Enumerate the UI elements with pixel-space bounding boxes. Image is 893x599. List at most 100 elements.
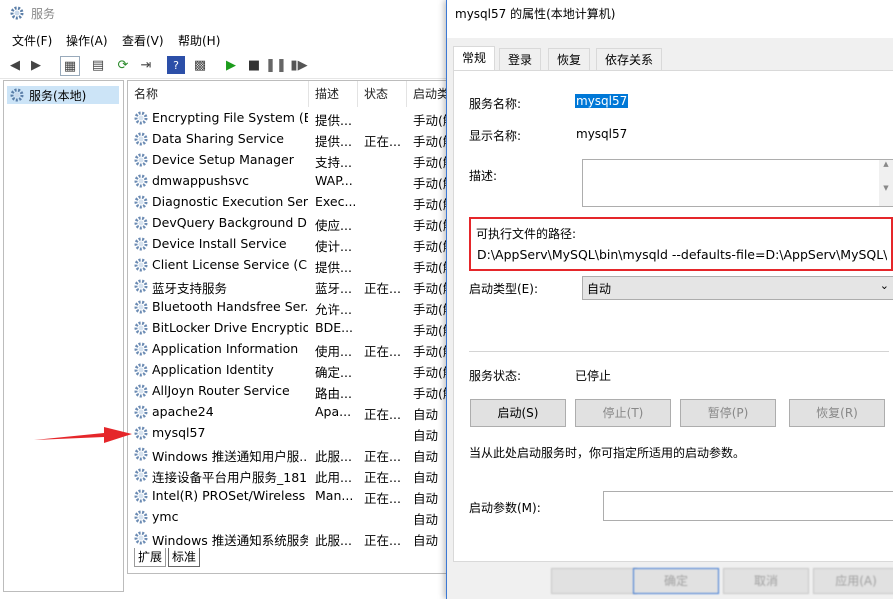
table-row[interactable]: 蓝牙支持服务 蓝牙... 正在... 手动(触: [128, 276, 448, 297]
tab-general[interactable]: 常规: [453, 46, 496, 72]
cell-name: Device Setup Manager: [152, 152, 294, 167]
apply-button[interactable]: 应用(A): [813, 568, 893, 594]
table-row[interactable]: BitLocker Drive Encryptio... BDE... 手动(触: [128, 318, 448, 339]
table-row[interactable]: Diagnostic Execution Ser... Exec... 手动(触: [128, 192, 448, 213]
table-row[interactable]: Application Information 使用... 正在... 手动(触: [128, 339, 448, 360]
help-icon[interactable]: ?: [167, 56, 185, 74]
back-icon[interactable]: ◀: [6, 56, 24, 74]
view-icon[interactable]: ▩: [191, 56, 209, 74]
gear-icon: [134, 489, 148, 503]
gear-icon: [134, 237, 148, 251]
stop-button[interactable]: 停止(T): [575, 399, 671, 427]
tab-dependencies[interactable]: 依存关系: [596, 48, 663, 71]
restart-icon[interactable]: ▮▶: [290, 56, 308, 74]
cell-startup: 手动(触: [413, 365, 447, 380]
table-row[interactable]: Device Install Service 使计... 手动(触: [128, 234, 448, 255]
tab-logon[interactable]: 登录: [499, 48, 542, 71]
menu-view[interactable]: 查看(V): [122, 32, 164, 49]
menu-bar: 文件(F) 操作(A) 查看(V) 帮助(H): [0, 28, 450, 50]
table-row[interactable]: Data Sharing Service 提供... 正在... 手动(触: [128, 129, 448, 150]
table-row[interactable]: apache24 Apa... 正在... 自动: [128, 402, 448, 423]
cancel-button[interactable]: 取消: [723, 568, 809, 594]
cell-name: BitLocker Drive Encryptio...: [152, 320, 308, 335]
pause-icon[interactable]: ❚❚: [265, 56, 287, 74]
properties-dialog: mysql57 的属性(本地计算机) 常规 登录 恢复 依存关系 服务名称: m…: [446, 0, 893, 599]
cell-startup: 自动: [413, 428, 439, 443]
column-header-name[interactable]: 名称: [128, 81, 309, 107]
cell-status: 正在...: [364, 281, 401, 296]
gear-icon: [134, 321, 148, 335]
cell-desc: 允许...: [315, 302, 352, 317]
table-row[interactable]: Device Setup Manager 支持... 手动(触: [128, 150, 448, 171]
divider: [469, 351, 889, 352]
table-row[interactable]: Windows 推送通知用户服... 此服... 正在... 自动: [128, 444, 448, 465]
description-field[interactable]: ▲ ▼: [582, 159, 893, 207]
menu-help[interactable]: 帮助(H): [178, 32, 220, 49]
gear-icon: [134, 531, 148, 545]
cell-desc: 提供...: [315, 260, 352, 275]
cell-name: 连接设备平台用户服务_181...: [152, 470, 308, 485]
table-row[interactable]: Intel(R) PROSet/Wireless ... Man... 正在... 自…: [128, 486, 448, 507]
menu-file[interactable]: 文件(F): [12, 32, 52, 49]
cell-desc: Man...: [315, 488, 354, 503]
cell-desc: 此用...: [315, 470, 352, 485]
ok-button[interactable]: 确定: [633, 568, 719, 594]
column-header-description[interactable]: 描述: [309, 81, 358, 107]
refresh-icon[interactable]: ⟳: [114, 56, 132, 74]
tab-extended[interactable]: 扩展: [134, 548, 167, 567]
console-tree-icon[interactable]: ▦: [60, 56, 80, 76]
forward-icon[interactable]: ▶: [27, 56, 45, 74]
column-header-status[interactable]: 状态: [358, 81, 407, 107]
stop-icon[interactable]: ■: [245, 56, 263, 74]
table-row[interactable]: dmwappushsvc WAP... 手动(触: [128, 171, 448, 192]
export-icon[interactable]: ⇥: [137, 56, 155, 74]
table-row[interactable]: Application Identity 确定... 手动(触: [128, 360, 448, 381]
play-icon[interactable]: ▶: [222, 56, 240, 74]
display-name-label: 显示名称:: [469, 129, 522, 143]
startup-type-select[interactable]: 自动 ⌄: [582, 276, 893, 300]
startup-type-label: 启动类型(E):: [469, 282, 538, 296]
cell-name: mysql57: [152, 425, 206, 440]
properties-sheet-icon[interactable]: ▤: [89, 56, 107, 74]
table-row[interactable]: DevQuery Background D... 使应... 手动(触: [128, 213, 448, 234]
cell-name: apache24: [152, 404, 214, 419]
service-name-value[interactable]: mysql57: [575, 94, 629, 108]
path-value[interactable]: D:\AppServ\MySQL\bin\mysqld --defaults-f…: [477, 247, 887, 262]
table-row[interactable]: Bluetooth Handsfree Ser... 允许... 手动(触: [128, 297, 448, 318]
start-button[interactable]: 启动(S): [470, 399, 566, 427]
table-row[interactable]: Client License Service (Cli... 提供... 手动(触: [128, 255, 448, 276]
table-row[interactable]: AllJoyn Router Service 路由... 手动(触: [128, 381, 448, 402]
gear-icon: [134, 300, 148, 314]
table-row[interactable]: mysql57 自动: [128, 423, 448, 444]
description-label: 描述:: [469, 169, 498, 183]
table-row[interactable]: ymc 自动: [128, 507, 448, 528]
display-name-value[interactable]: mysql57: [576, 127, 627, 141]
annotation-arrow: [34, 427, 132, 443]
cell-status: 正在...: [364, 134, 401, 149]
start-params-input[interactable]: [603, 491, 893, 521]
cell-desc: 提供...: [315, 134, 352, 149]
start-params-hint: 当从此处启动服务时，你可指定所适用的启动参数。: [469, 446, 746, 460]
pause-button[interactable]: 暂停(P): [680, 399, 776, 427]
gear-icon: [134, 363, 148, 377]
cell-startup: 自动: [413, 407, 439, 422]
cell-startup: 自动: [413, 512, 439, 527]
cell-name: ymc: [152, 509, 179, 524]
table-row[interactable]: 连接设备平台用户服务_181... 此用... 正在... 自动: [128, 465, 448, 486]
cell-name: Windows 推送通知用户服...: [152, 449, 308, 464]
resume-button[interactable]: 恢复(R): [789, 399, 885, 427]
tab-recovery[interactable]: 恢复: [548, 48, 591, 71]
gear-icon: [134, 279, 148, 293]
cell-name: AllJoyn Router Service: [152, 383, 290, 398]
gear-icon: [134, 153, 148, 167]
gear-icon: [134, 342, 148, 356]
tree-item-services-local[interactable]: 服务(本地): [7, 86, 119, 104]
window-title: 服务: [31, 7, 56, 21]
dialog-title: mysql57 的属性(本地计算机): [455, 5, 616, 22]
tab-standard[interactable]: 标准: [168, 548, 201, 567]
menu-action[interactable]: 操作(A): [66, 32, 108, 49]
column-header-startup-type[interactable]: 启动类: [407, 81, 448, 107]
description-scrollbar[interactable]: ▲ ▼: [879, 160, 893, 206]
table-row[interactable]: Encrypting File System (E... 提供... 手动(触: [128, 108, 448, 129]
cell-startup: 手动(触: [413, 239, 447, 254]
